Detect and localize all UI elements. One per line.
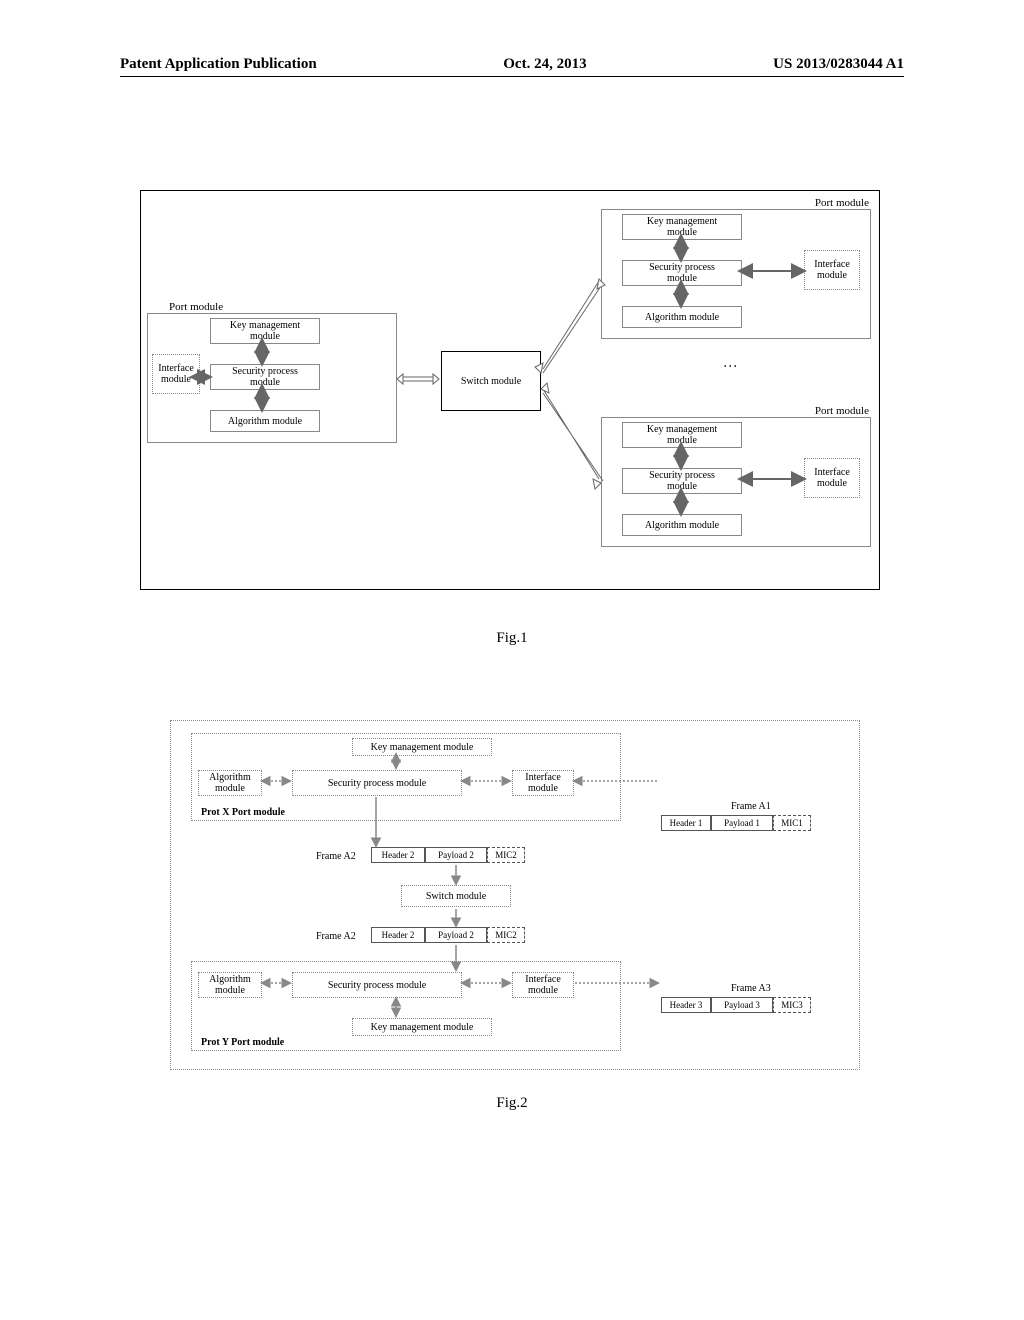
figure-1: Port module Interfacemodule Key manageme… xyxy=(140,190,880,600)
interface-module-br: Interfacemodule xyxy=(804,458,860,498)
fig1-caption: Fig.1 xyxy=(0,630,1024,647)
algorithm-y: Algorithmmodule xyxy=(198,972,262,998)
key-mgmt-tr: Key managementmodule xyxy=(622,214,742,240)
frame-a3-label: Frame A3 xyxy=(731,983,771,994)
header2u: Header 2 xyxy=(371,847,425,863)
port-label-left: Port module xyxy=(169,301,223,313)
frame-a2-label-upper: Frame A2 xyxy=(316,851,356,862)
interface-module-left: Interfacemodule xyxy=(152,354,200,394)
key-mgmt-y: Key management module xyxy=(352,1018,492,1036)
algorithm-br: Algorithm module xyxy=(622,514,742,536)
portx-label: Prot X Port module xyxy=(201,807,285,818)
key-mgmt-x: Key management module xyxy=(352,738,492,756)
key-mgmt-br: Key managementmodule xyxy=(622,422,742,448)
interface-y: Interfacemodule xyxy=(512,972,574,998)
header-left: Patent Application Publication xyxy=(120,56,317,73)
ellipsis-icon: ⋮ xyxy=(721,359,737,375)
port-label-br: Port module xyxy=(815,405,869,417)
security-y: Security process module xyxy=(292,972,462,998)
payload2l: Payload 2 xyxy=(425,927,487,943)
port-module-bottom-right: Key managementmodule Security processmod… xyxy=(601,417,871,547)
port-module-top-right: Key managementmodule Security processmod… xyxy=(601,209,871,339)
page-header: Patent Application Publication Oct. 24, … xyxy=(120,56,904,77)
port-module-left: Interfacemodule Key managementmodule Sec… xyxy=(147,313,397,443)
header-right: US 2013/0283044 A1 xyxy=(773,56,904,73)
interface-module-tr: Interfacemodule xyxy=(804,250,860,290)
payload3: Payload 3 xyxy=(711,997,773,1013)
security-x: Security process module xyxy=(292,770,462,796)
fig2-caption: Fig.2 xyxy=(0,1095,1024,1112)
mic2u: MIC2 xyxy=(487,847,525,863)
algorithm-tr: Algorithm module xyxy=(622,306,742,328)
payload2u: Payload 2 xyxy=(425,847,487,863)
interface-x: Interfacemodule xyxy=(512,770,574,796)
header1: Header 1 xyxy=(661,815,711,831)
switch-module: Switch module xyxy=(441,351,541,411)
figure-2: Key management module Algorithmmodule Se… xyxy=(170,720,860,1080)
mic2l: MIC2 xyxy=(487,927,525,943)
security-br: Security processmodule xyxy=(622,468,742,494)
header2l: Header 2 xyxy=(371,927,425,943)
porty-label: Prot Y Port module xyxy=(201,1037,284,1048)
mic3: MIC3 xyxy=(773,997,811,1013)
frame-a2-label-lower: Frame A2 xyxy=(316,931,356,942)
port-label-tr: Port module xyxy=(815,197,869,209)
algorithm-left: Algorithm module xyxy=(210,410,320,432)
security-left: Security processmodule xyxy=(210,364,320,390)
frame-a1-label: Frame A1 xyxy=(731,801,771,812)
header3: Header 3 xyxy=(661,997,711,1013)
payload1: Payload 1 xyxy=(711,815,773,831)
security-tr: Security processmodule xyxy=(622,260,742,286)
switch-module-2: Switch module xyxy=(401,885,511,907)
header-center: Oct. 24, 2013 xyxy=(503,56,586,73)
mic1: MIC1 xyxy=(773,815,811,831)
key-mgmt-left: Key managementmodule xyxy=(210,318,320,344)
algorithm-x: Algorithmmodule xyxy=(198,770,262,796)
